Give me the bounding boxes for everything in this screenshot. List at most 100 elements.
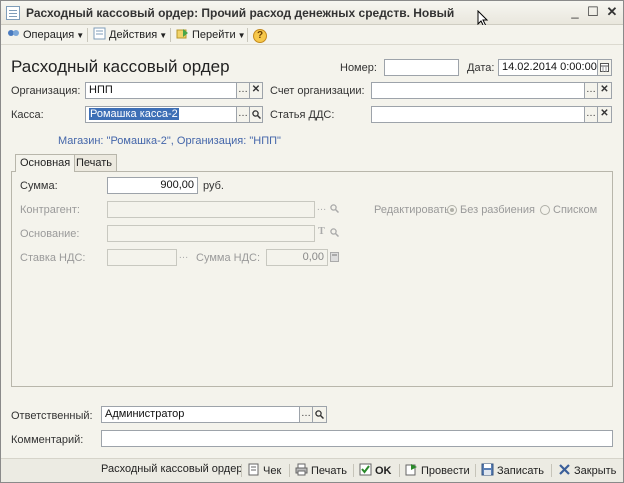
command-divider bbox=[241, 464, 242, 477]
goto-icon bbox=[176, 29, 188, 39]
account-select-button[interactable]: … bbox=[585, 82, 598, 99]
responsible-label: Ответственный: bbox=[11, 410, 93, 422]
vat-sum-label: Сумма НДС: bbox=[196, 252, 261, 264]
actions-label: Действия bbox=[109, 29, 158, 41]
post-document-icon bbox=[405, 464, 417, 476]
basis-search-button bbox=[328, 225, 341, 242]
save-button[interactable]: Записать bbox=[481, 463, 544, 477]
document-name-button[interactable]: Расходный кассовый ордер bbox=[101, 463, 242, 475]
document-window: Расходный кассовый ордер: Прочий расход … bbox=[0, 0, 624, 483]
operation-menu[interactable]: Операция ▼ bbox=[7, 27, 84, 43]
search-icon bbox=[330, 204, 340, 214]
floppy-disk-icon bbox=[481, 463, 494, 476]
account-field[interactable] bbox=[371, 82, 585, 99]
search-icon bbox=[330, 228, 340, 238]
ok-check-icon bbox=[359, 463, 372, 476]
basis-label: Основание: bbox=[20, 228, 80, 240]
counterparty-search-button bbox=[328, 201, 341, 218]
radio-list-label: Списком bbox=[553, 204, 598, 216]
vat-rate-select-button: … bbox=[178, 250, 189, 261]
ok-button[interactable]: OK bbox=[359, 463, 392, 477]
search-icon bbox=[315, 410, 325, 420]
store-info-line: Магазин: "Ромашка-2", Организация: "НПП" bbox=[58, 135, 281, 147]
date-label: Дата: bbox=[467, 62, 495, 74]
tab-main[interactable]: Основная bbox=[15, 154, 76, 172]
account-clear-button[interactable]: ✕ bbox=[598, 82, 612, 99]
toolbar-divider bbox=[247, 28, 248, 42]
kassa-search-button[interactable] bbox=[250, 106, 263, 123]
dds-clear-button[interactable]: ✕ bbox=[598, 106, 612, 123]
minimize-button[interactable]: _ bbox=[567, 4, 583, 20]
operation-icon bbox=[8, 30, 19, 36]
close-window-button[interactable]: ✕ bbox=[604, 4, 620, 20]
basis-field bbox=[107, 225, 315, 242]
close-label: Закрыть bbox=[574, 465, 617, 477]
command-bar: Расходный кассовый ордер Чек Печать OK П… bbox=[1, 458, 623, 482]
kassa-select-button[interactable]: … bbox=[237, 106, 250, 123]
sum-field[interactable]: 900,00 bbox=[107, 177, 198, 194]
operation-label: Операция bbox=[23, 29, 75, 41]
maximize-button[interactable]: ☐ bbox=[585, 4, 601, 20]
chevron-down-icon: ▼ bbox=[159, 31, 168, 40]
actions-icon bbox=[93, 27, 106, 40]
command-divider bbox=[551, 464, 552, 477]
command-divider bbox=[475, 464, 476, 477]
ok-label: OK bbox=[375, 465, 392, 477]
check-button[interactable]: Чек bbox=[247, 463, 281, 477]
print-button[interactable]: Печать bbox=[295, 463, 347, 477]
organization-label: Организация: bbox=[11, 85, 81, 97]
radio-no-split[interactable] bbox=[447, 205, 457, 215]
counterparty-select-button: … bbox=[316, 202, 327, 213]
counterparty-field bbox=[107, 201, 315, 218]
date-field[interactable]: 14.02.2014 0:00:00 bbox=[498, 59, 598, 76]
radio-list[interactable] bbox=[540, 205, 550, 215]
counterparty-label: Контрагент: bbox=[20, 204, 80, 216]
dds-select-button[interactable]: … bbox=[585, 106, 598, 123]
post-button[interactable]: Провести bbox=[405, 463, 470, 477]
print-label: Печать bbox=[311, 465, 348, 477]
toolbar-divider bbox=[170, 28, 171, 42]
responsible-select-button[interactable]: … bbox=[300, 406, 313, 423]
vat-rate-field bbox=[107, 249, 177, 266]
number-field[interactable] bbox=[384, 59, 459, 76]
dds-field[interactable] bbox=[371, 106, 585, 123]
organization-clear-button[interactable]: ✕ bbox=[250, 82, 263, 99]
comment-label: Комментарий: bbox=[11, 434, 84, 446]
kassa-label: Касса: bbox=[11, 109, 44, 121]
responsible-field[interactable]: Администратор bbox=[101, 406, 300, 423]
chevron-down-icon: ▼ bbox=[237, 31, 246, 40]
receipt-icon bbox=[248, 463, 259, 476]
responsible-search-button[interactable] bbox=[313, 406, 327, 423]
printer-icon bbox=[295, 463, 308, 476]
vat-rate-label: Ставка НДС: bbox=[20, 252, 86, 264]
text-type-icon: T bbox=[318, 226, 325, 237]
account-label: Счет организации: bbox=[270, 85, 365, 97]
goto-menu[interactable]: Перейти ▼ bbox=[176, 27, 246, 43]
kassa-field[interactable]: Ромашка касса-2 bbox=[85, 106, 237, 123]
search-icon bbox=[251, 110, 261, 120]
vat-sum-field: 0,00 bbox=[266, 249, 328, 266]
organization-field[interactable]: НПП bbox=[85, 82, 237, 99]
command-divider bbox=[353, 464, 354, 477]
currency-label: руб. bbox=[203, 180, 224, 192]
organization-select-button[interactable]: … bbox=[237, 82, 250, 99]
dds-label: Статья ДДС: bbox=[270, 109, 335, 121]
command-divider bbox=[289, 464, 290, 477]
calculator-icon bbox=[328, 249, 341, 266]
document-title: Расходный кассовый ордер bbox=[11, 57, 230, 76]
close-button[interactable]: Закрыть bbox=[558, 463, 616, 477]
check-label: Чек bbox=[263, 465, 282, 477]
post-label: Провести bbox=[421, 465, 470, 477]
document-icon bbox=[6, 6, 20, 20]
calendar-button[interactable] bbox=[598, 59, 612, 76]
actions-menu[interactable]: Действия ▼ bbox=[93, 27, 167, 43]
help-button[interactable]: ? bbox=[253, 27, 267, 43]
number-label: Номер: bbox=[340, 62, 377, 74]
close-icon bbox=[559, 464, 570, 475]
tab-print[interactable]: Печать bbox=[71, 154, 118, 171]
sum-label: Сумма: bbox=[20, 180, 58, 192]
comment-field[interactable] bbox=[101, 430, 613, 447]
command-divider bbox=[399, 464, 400, 477]
title-bar[interactable]: Расходный кассовый ордер: Прочий расход … bbox=[1, 1, 623, 28]
calendar-icon bbox=[600, 63, 609, 72]
